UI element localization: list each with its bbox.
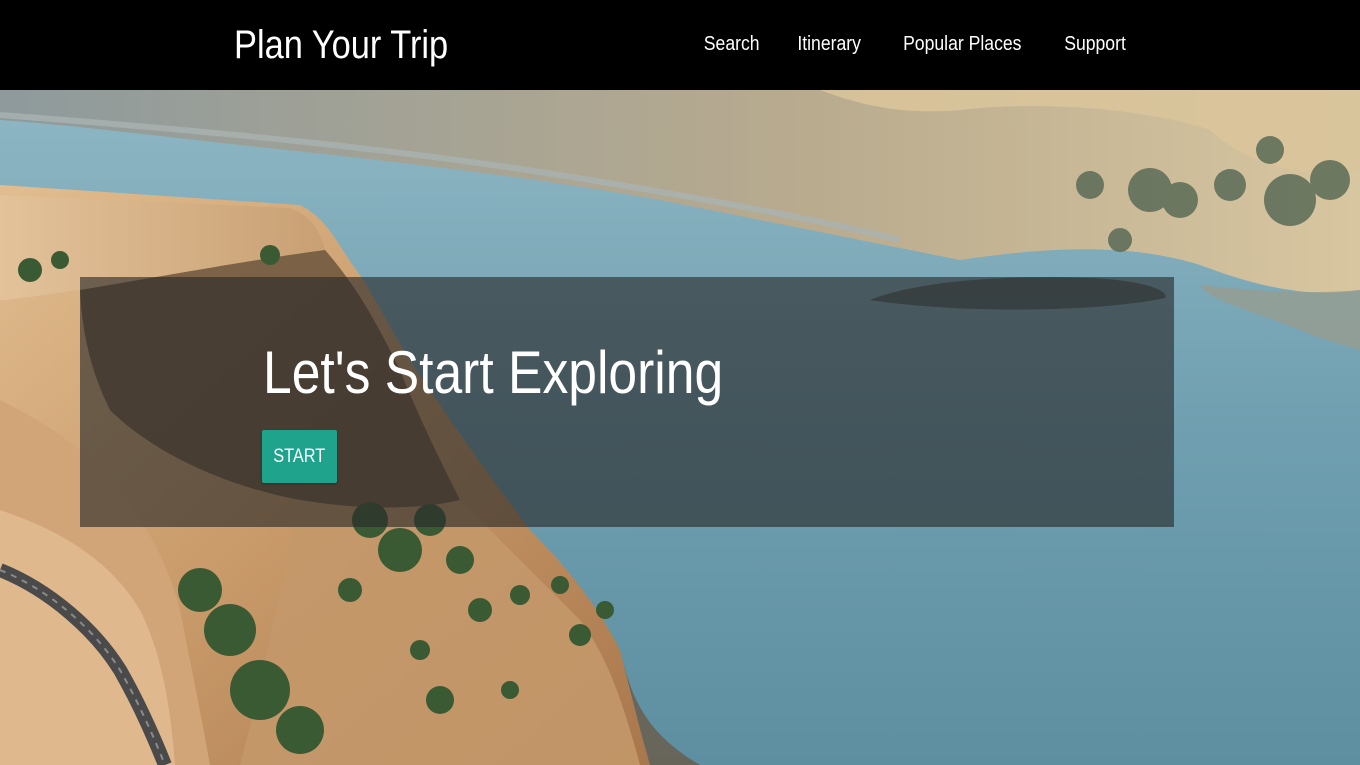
top-navbar: Plan Your Trip Search Itinerary Popular … [0, 0, 1360, 90]
nav-link-popular-places[interactable]: Popular Places [903, 33, 1021, 56]
start-button-label: START [273, 445, 326, 467]
hero-overlay-card: Let's Start Exploring START [80, 277, 1174, 527]
main-nav: Search Itinerary Popular Places Support [700, 28, 1130, 60]
brand-logo-text[interactable]: Plan Your Trip [234, 18, 448, 72]
nav-link-itinerary[interactable]: Itinerary [797, 33, 861, 56]
hero-headline: Let's Start Exploring [263, 339, 724, 406]
nav-link-search[interactable]: Search [704, 33, 760, 56]
nav-link-support[interactable]: Support [1064, 33, 1126, 56]
start-button[interactable]: START [262, 430, 337, 483]
page: Plan Your Trip Search Itinerary Popular … [0, 0, 1360, 765]
